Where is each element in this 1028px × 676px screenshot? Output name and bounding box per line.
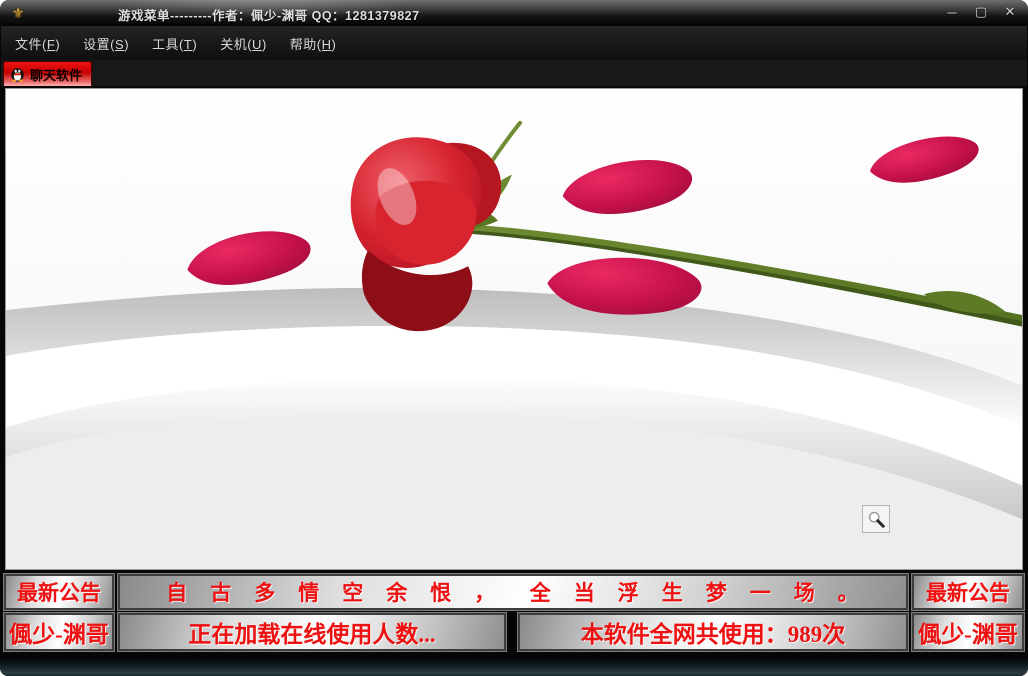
tab-label: 聊天软件 (30, 65, 82, 84)
qq-penguin-icon (10, 67, 25, 82)
status-bar: 最新公告 自 古 多 情 空 余 恨 ， 全 当 浮 生 梦 一 场 。 最新公… (0, 570, 1028, 656)
menu-label: 工具 (152, 37, 179, 52)
menu-item-file[interactable]: 文件(F) (15, 34, 60, 53)
author-label-right: 偑少-渊哥 (912, 613, 1024, 651)
tab-chat-software[interactable]: 聊天软件 (3, 61, 92, 86)
menu-item-tools[interactable]: 工具(T) (152, 34, 197, 53)
menu-label: 设置 (83, 37, 110, 52)
window-controls: ─ ▢ ✕ (942, 3, 1020, 21)
paren: ) (262, 37, 267, 52)
wallpaper-area (5, 88, 1023, 570)
app-window: ⚜ 游戏菜单---------作者：佩少-渊哥 QQ：1281379827 ─ … (0, 0, 1028, 676)
window-bottom-frame (0, 656, 1028, 676)
paren: ) (332, 37, 337, 52)
maximize-button[interactable]: ▢ (971, 3, 991, 21)
hotkey: H (322, 37, 332, 52)
app-icon: ⚜ (9, 4, 27, 22)
tabbar: 聊天软件 (1, 60, 1027, 86)
zoom-button[interactable] (862, 505, 890, 533)
paren: ) (192, 37, 197, 52)
rose-wallpaper (6, 89, 1022, 569)
menu-label: 文件 (15, 37, 42, 52)
menu-label: 帮助 (290, 37, 317, 52)
hotkey: S (115, 37, 124, 52)
online-count-status: 正在加载在线使用人数... (118, 613, 506, 651)
announcement-label-right: 最新公告 (912, 574, 1024, 610)
announcement-text: 自 古 多 情 空 余 恨 ， 全 当 浮 生 梦 一 场 。 (118, 574, 908, 610)
magnifier-icon (867, 510, 885, 528)
minimize-button[interactable]: ─ (942, 3, 962, 21)
paren: ) (55, 37, 60, 52)
hotkey: U (252, 37, 262, 52)
usage-count-status: 本软件全网共使用：989次 (518, 613, 908, 651)
window-title: 游戏菜单---------作者：佩少-渊哥 QQ：1281379827 (118, 5, 538, 24)
close-button[interactable]: ✕ (1000, 3, 1020, 21)
paren: ) (124, 37, 129, 52)
menu-item-help[interactable]: 帮助(H) (290, 34, 337, 53)
menubar: 文件(F) 设置(S) 工具(T) 关机(U) 帮助(H) (1, 26, 1027, 60)
menu-item-settings[interactable]: 设置(S) (83, 34, 129, 53)
menu-item-shutdown[interactable]: 关机(U) (220, 34, 267, 53)
announcement-label-left: 最新公告 (4, 574, 114, 610)
author-label-left: 偑少-渊哥 (4, 613, 114, 651)
titlebar[interactable]: ⚜ 游戏菜单---------作者：佩少-渊哥 QQ：1281379827 ─ … (0, 0, 1028, 26)
menu-label: 关机 (220, 37, 247, 52)
